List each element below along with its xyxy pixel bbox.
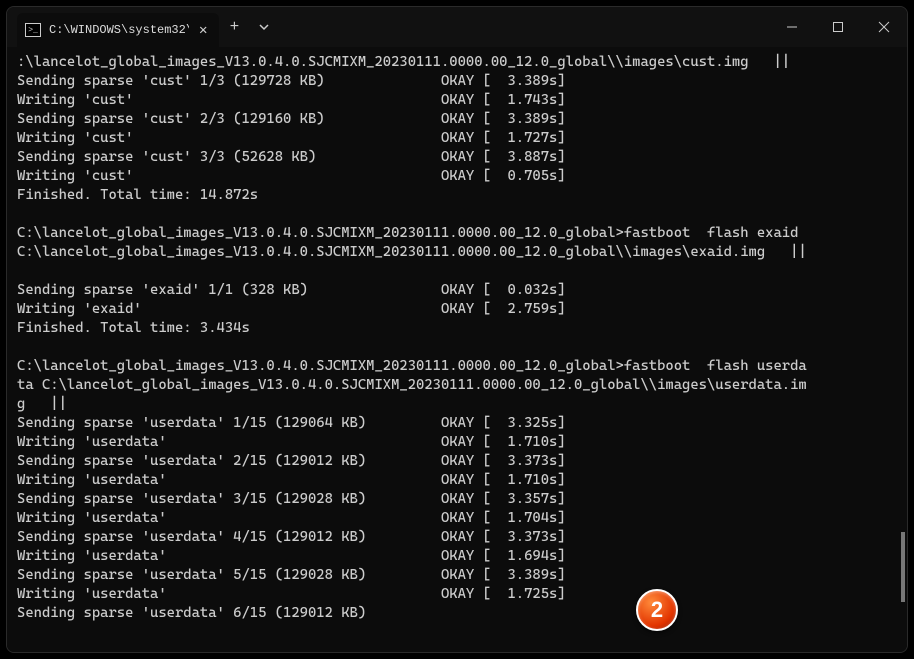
terminal-output[interactable]: :\lancelot_global_images_V13.0.4.0.SJCMI…	[7, 47, 907, 652]
maximize-button[interactable]	[815, 7, 861, 47]
close-window-button[interactable]	[861, 7, 907, 47]
terminal-window: >_ C:\WINDOWS\system32\cmd. ✕ + :\lancel…	[6, 6, 908, 653]
tab-cmd[interactable]: >_ C:\WINDOWS\system32\cmd. ✕	[17, 13, 219, 47]
minimize-button[interactable]	[769, 7, 815, 47]
tab-title: C:\WINDOWS\system32\cmd.	[49, 23, 189, 37]
titlebar: >_ C:\WINDOWS\system32\cmd. ✕ +	[7, 7, 907, 47]
tab-dropdown-icon[interactable]	[249, 12, 279, 42]
close-tab-icon[interactable]: ✕	[197, 22, 209, 39]
scrollbar-thumb[interactable]	[901, 532, 905, 602]
annotation-badge: 2	[636, 589, 678, 631]
tab-strip: >_ C:\WINDOWS\system32\cmd. ✕ +	[7, 7, 279, 47]
window-controls	[769, 7, 907, 47]
new-tab-button[interactable]: +	[219, 12, 249, 42]
annotation-badge-text: 2	[651, 597, 663, 623]
cmd-icon: >_	[25, 23, 41, 37]
